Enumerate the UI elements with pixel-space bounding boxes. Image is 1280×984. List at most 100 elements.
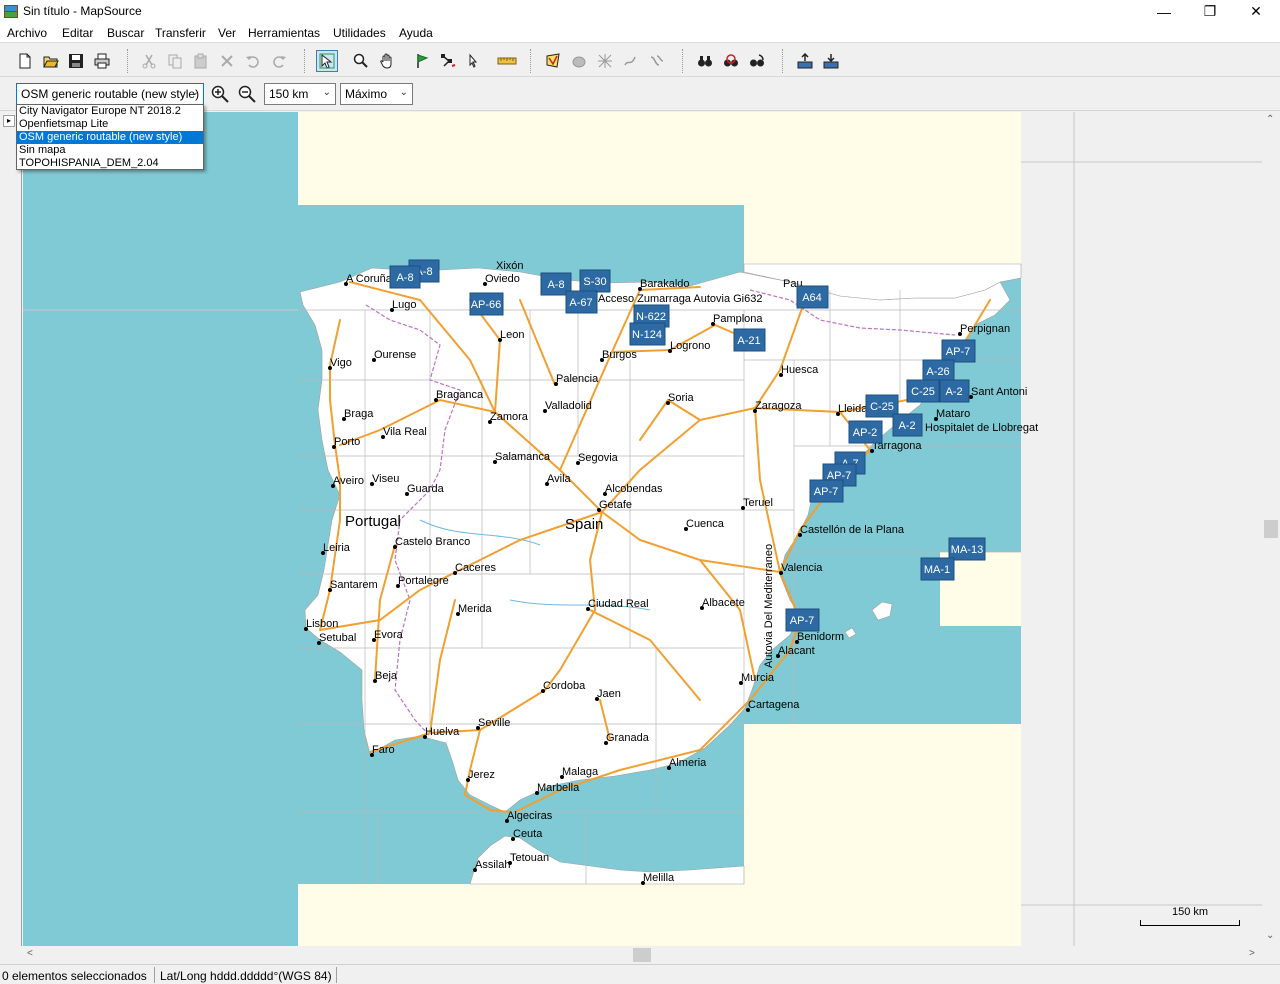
city-label: Ourense <box>374 349 416 361</box>
menu-ver[interactable]: Ver <box>218 26 236 40</box>
city-label: Alacant <box>778 645 815 657</box>
restore-button[interactable]: ❐ <box>1187 0 1233 23</box>
road-label-vertical: Autovia Del Mediterraneo <box>763 544 775 668</box>
save-button[interactable] <box>65 50 87 72</box>
undo-button[interactable] <box>242 50 264 72</box>
zoom-tool-icon <box>353 53 368 68</box>
city-label: Santarem <box>330 579 378 591</box>
city-label: Guarda <box>407 483 445 495</box>
road-sign-label: AP-7 <box>790 615 814 627</box>
open-folder-button[interactable] <box>40 50 62 72</box>
print-button[interactable] <box>91 50 113 72</box>
dropdown-option-selected[interactable]: OSM generic routable (new style) <box>17 131 203 144</box>
distance-tool-button[interactable] <box>496 50 518 72</box>
scroll-up-icon[interactable]: ⌃ <box>1266 114 1274 125</box>
road-sign: A-67 <box>565 290 598 314</box>
city-label: Barakaldo <box>640 278 690 290</box>
map-product-dropdown-list: City Navigator Europe NT 2018.2 Openfiet… <box>16 104 204 170</box>
menu-buscar[interactable]: Buscar <box>107 26 144 40</box>
city-label: Burgos <box>602 349 637 361</box>
menu-archivo[interactable]: Archivo <box>7 26 47 40</box>
vertical-scrollbar[interactable]: ⌃ ⌄ <box>1262 112 1280 946</box>
select-tool-button[interactable] <box>316 50 338 72</box>
road-sign: AP-7 <box>785 608 820 632</box>
route-tool-button[interactable] <box>437 50 459 72</box>
triangle-right-icon: ▸ <box>6 116 11 125</box>
road-sign-label: A-67 <box>569 297 592 309</box>
paste-icon <box>194 53 207 69</box>
find-button[interactable] <box>694 50 716 72</box>
dropdown-option[interactable]: TOPOHISPANIA_DEM_2.04 <box>17 157 203 170</box>
dropdown-option[interactable]: City Navigator Europe NT 2018.2 <box>17 105 203 118</box>
city-label: Granada <box>606 732 650 744</box>
dropdown-option[interactable]: Openfietsmap Lite <box>17 118 203 131</box>
track-join-button[interactable] <box>646 50 668 72</box>
close-button[interactable]: ✕ <box>1233 0 1279 23</box>
menu-herramientas[interactable]: Herramientas <box>248 26 320 40</box>
city-label: Malaga <box>562 766 599 778</box>
redo-button[interactable] <box>268 50 290 72</box>
map-product-select[interactable]: OSM generic routable (new style) ⌄ <box>16 83 204 105</box>
minimize-button[interactable]: — <box>1141 0 1187 23</box>
vertical-scroll-thumb[interactable] <box>1264 520 1278 538</box>
road-sign-label: N-622 <box>636 311 666 323</box>
map-tool-button[interactable] <box>542 50 564 72</box>
mapsource-window: Sin título - MapSource — ❐ ✕ Archivo Edi… <box>0 0 1280 984</box>
menu-transferir[interactable]: Transferir <box>155 26 206 40</box>
menu-editar[interactable]: Editar <box>62 26 93 40</box>
zoom-level-select[interactable]: 150 km ⌄ <box>264 83 336 105</box>
map-canvas[interactable]: Portugal Spain A Coruña Xixón Oviedo Lug… <box>23 112 1262 946</box>
mapsource-app-icon <box>4 5 18 18</box>
scroll-left-icon[interactable]: < <box>27 948 33 959</box>
city-label: Castelo Branco <box>395 536 470 548</box>
scroll-down-icon[interactable]: ⌄ <box>1266 930 1274 941</box>
receive-from-device-button[interactable] <box>820 50 842 72</box>
city-label: Braganca <box>436 389 484 401</box>
track-tool-button[interactable] <box>463 50 485 72</box>
zoom-tool-button[interactable] <box>350 50 372 72</box>
send-to-device-button[interactable] <box>794 50 816 72</box>
selection-tool-button[interactable] <box>594 50 616 72</box>
copy-button[interactable] <box>164 50 186 72</box>
city-label: Ceuta <box>513 828 543 840</box>
paste-button[interactable] <box>190 50 212 72</box>
city-label: Jaen <box>597 688 621 700</box>
city-label: Lleida <box>838 403 868 415</box>
city-label: Avila <box>547 473 572 485</box>
zoom-in-icon <box>211 85 229 103</box>
new-file-button[interactable] <box>14 50 36 72</box>
road-sign-label: A64 <box>802 292 822 304</box>
city-label: Castellón de la Plana <box>800 524 905 536</box>
track-divide-button[interactable] <box>620 50 642 72</box>
cut-icon <box>142 54 156 69</box>
find-places-button[interactable] <box>746 50 768 72</box>
toolbar-separator <box>530 49 531 73</box>
erase-map-button[interactable] <box>568 50 590 72</box>
city-label: A Coruña <box>346 273 393 285</box>
detail-level-select[interactable]: Máximo ⌄ <box>340 83 413 105</box>
waypoint-tool-button[interactable] <box>411 50 433 72</box>
chevron-down-icon: ⌄ <box>322 87 331 98</box>
find-nearby-button[interactable] <box>720 50 742 72</box>
dropdown-option[interactable]: Sin mapa <box>17 144 203 157</box>
map-view[interactable]: Portugal Spain A Coruña Xixón Oviedo Lug… <box>23 112 1262 946</box>
delete-button[interactable] <box>216 50 238 72</box>
open-folder-icon <box>43 56 59 68</box>
zoom-out-button[interactable] <box>236 83 258 105</box>
scroll-right-icon[interactable]: > <box>1249 948 1255 959</box>
city-label: Benidorm <box>797 631 844 643</box>
cut-button[interactable] <box>138 50 160 72</box>
city-label: Marbella <box>537 782 580 794</box>
zoom-in-button[interactable] <box>209 83 231 105</box>
new-file-icon <box>19 53 31 69</box>
city-label: Cartagena <box>748 699 800 711</box>
horizontal-scrollbar[interactable]: < > <box>23 946 1262 964</box>
city-label: Vigo <box>330 357 352 369</box>
menu-ayuda[interactable]: Ayuda <box>399 26 433 40</box>
menu-utilidades[interactable]: Utilidades <box>333 26 386 40</box>
expand-panel-button[interactable]: ▸ <box>3 115 15 127</box>
track-tool-icon <box>469 53 478 68</box>
road-sign-label: A-8 <box>396 272 413 284</box>
horizontal-scroll-thumb[interactable] <box>633 948 651 962</box>
pan-tool-button[interactable] <box>376 50 398 72</box>
